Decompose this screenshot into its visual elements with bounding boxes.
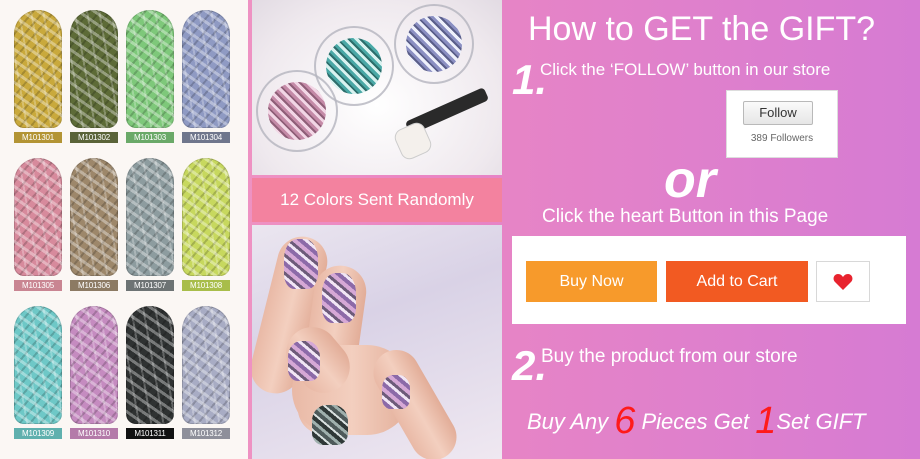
caption-text: 12 Colors Sent Randomly <box>280 190 474 209</box>
swatch-nail <box>70 306 118 424</box>
swatch-nail <box>182 306 230 424</box>
followers-count: 389 Followers <box>750 133 814 144</box>
add-to-cart-button[interactable]: Add to Cart <box>666 261 808 302</box>
swatch-nail <box>70 158 118 276</box>
swatch-code: M101304 <box>182 132 230 143</box>
swatch-nail <box>14 306 62 424</box>
or-label: or <box>664 151 716 209</box>
powder-jar-lilac <box>394 4 474 84</box>
swatch-code: M101310 <box>70 428 118 439</box>
swatch-nail <box>126 158 174 276</box>
heart-icon <box>833 274 853 290</box>
swatch-code: M101302 <box>70 132 118 143</box>
nail <box>312 405 348 445</box>
swatch-nail <box>126 306 174 424</box>
promo-number-6: 6 <box>614 400 636 442</box>
swatch-item: M101304 <box>178 6 234 143</box>
heart-instruction: Click the heart Button in this Page <box>542 206 829 227</box>
swatch-code: M101306 <box>70 280 118 291</box>
swatch-item: M101308 <box>178 154 234 291</box>
wishlist-heart-button[interactable] <box>816 261 870 302</box>
powder-jar-teal <box>314 26 394 106</box>
swatch-item: M101305 <box>10 154 66 291</box>
powder-jars-photo <box>252 0 502 175</box>
gift-title: How to GET the GIFT? <box>528 10 876 48</box>
swatch-item: M101312 <box>178 302 234 439</box>
swatch-code: M101303 <box>126 132 174 143</box>
swatch-item: M101309 <box>10 302 66 439</box>
promo-text-1: Buy Any <box>527 409 615 434</box>
swatch-chart: M101301 M101302 M101303 M101304 M101305 M1013… <box>0 0 248 459</box>
promo-text-2: Pieces Get <box>635 409 756 434</box>
nail <box>284 239 318 289</box>
swatch-nail <box>126 10 174 128</box>
caption-banner: 12 Colors Sent Randomly <box>252 178 502 222</box>
swatch-code: M101301 <box>14 132 62 143</box>
nail <box>382 375 410 409</box>
swatch-item: M101301 <box>10 6 66 143</box>
swatch-code: M101307 <box>126 280 174 291</box>
swatch-code: M101308 <box>182 280 230 291</box>
swatch-item: M101306 <box>66 154 122 291</box>
swatch-item: M101310 <box>66 302 122 439</box>
swatch-item: M101311 <box>122 302 178 439</box>
swatch-item: M101307 <box>122 154 178 291</box>
promo-number-1: 1 <box>755 400 777 442</box>
swatch-code: M101305 <box>14 280 62 291</box>
follow-button[interactable]: Follow <box>743 101 813 125</box>
promo-text-3: Set GIFT <box>776 409 866 434</box>
swatch-nail <box>70 10 118 128</box>
swatch-item: M101303 <box>122 6 178 143</box>
swatch-nail <box>14 10 62 128</box>
swatch-item: M101302 <box>66 6 122 143</box>
swatch-code: M101312 <box>182 428 230 439</box>
swatch-code: M101309 <box>14 428 62 439</box>
nail <box>288 341 320 381</box>
swatch-nail <box>182 10 230 128</box>
follow-card: Follow 389 Followers <box>726 90 838 158</box>
promo-line: Buy Any 6 Pieces Get 1Set GIFT <box>527 396 866 442</box>
swatch-nail <box>182 158 230 276</box>
step-two-text: Buy the product from our store <box>541 346 798 367</box>
swatch-nail <box>14 158 62 276</box>
buy-now-button[interactable]: Buy Now <box>526 261 657 302</box>
step-one-text: Click the ‘FOLLOW’ button in our store <box>540 60 831 79</box>
purchase-buttons-panel: Buy Now Add to Cart <box>512 236 906 324</box>
nail <box>322 273 356 323</box>
hand-nails-photo <box>252 225 502 459</box>
swatch-code: M101311 <box>126 428 174 439</box>
